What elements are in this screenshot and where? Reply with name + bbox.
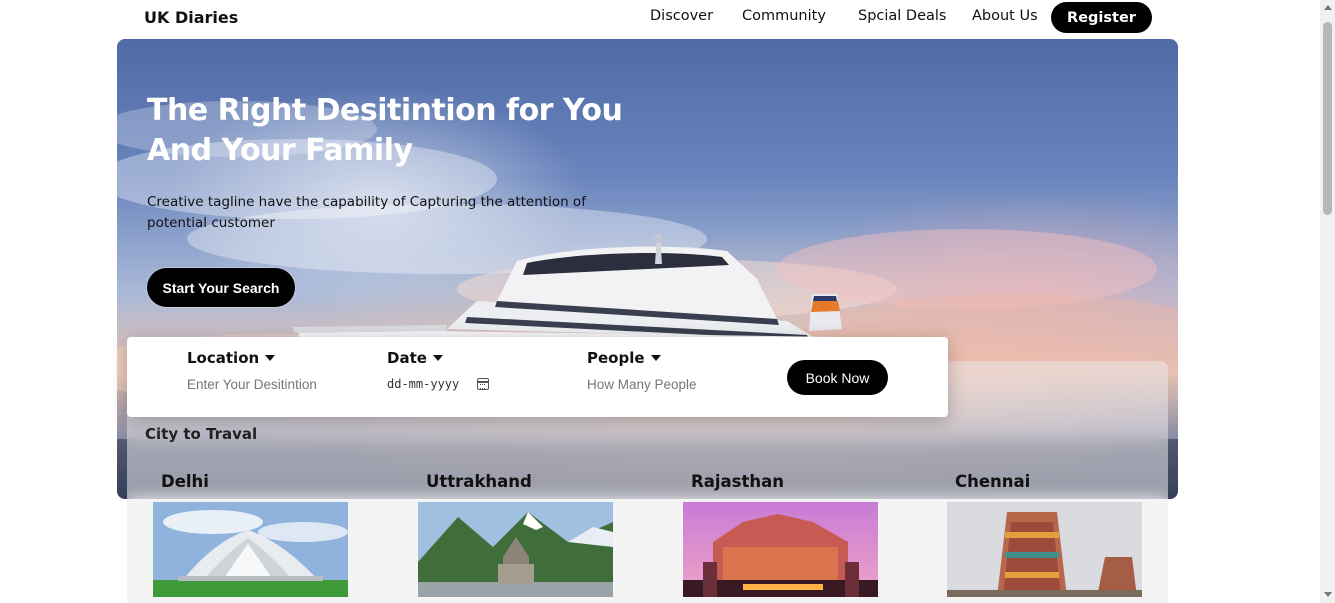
hero-title: The Right Desitintion for You And Your F…	[147, 91, 667, 171]
scrollbar-thumb[interactable]	[1323, 22, 1332, 215]
nav-link-special-deals[interactable]: Spcial Deals	[858, 8, 947, 24]
start-search-button[interactable]: Start Your Search	[147, 268, 295, 307]
date-input-value[interactable]: dd-mm-yyyy	[387, 377, 459, 391]
city-name[interactable]: Rajasthan	[691, 472, 878, 491]
kedarnath-temple-image[interactable]	[418, 502, 613, 597]
caret-down-icon	[432, 355, 443, 361]
location-input[interactable]	[187, 377, 347, 392]
caret-down-icon	[650, 355, 661, 361]
city-card-chennai[interactable]: Chennai	[947, 472, 1142, 597]
scroll-down-arrow-icon[interactable]	[1324, 592, 1332, 597]
date-input[interactable]: dd-mm-yyyy	[387, 377, 490, 391]
date-field: Date dd-mm-yyyy	[387, 349, 490, 391]
hawa-mahal-image[interactable]	[683, 502, 878, 597]
lotus-temple-image[interactable]	[153, 502, 348, 597]
city-name[interactable]: Delhi	[161, 472, 348, 491]
location-field: Location	[187, 349, 347, 394]
date-label: Date	[387, 349, 427, 367]
city-name[interactable]: Uttrakhand	[426, 472, 613, 491]
location-label: Location	[187, 349, 260, 367]
scroll-up-arrow-icon[interactable]	[1324, 5, 1332, 10]
brand-logo[interactable]: UK Diaries	[144, 8, 238, 27]
nav-link-discover[interactable]: Discover	[650, 8, 713, 24]
location-dropdown[interactable]: Location	[187, 349, 347, 367]
city-card-delhi[interactable]: Delhi	[153, 472, 348, 597]
nav-link-community[interactable]: Community	[742, 8, 826, 24]
city-section-heading: City to Traval	[145, 425, 258, 443]
hero-tagline: Creative tagline have the capability of …	[147, 194, 586, 231]
caret-down-icon	[265, 355, 276, 361]
nav-link-about-us[interactable]: About Us	[972, 8, 1038, 24]
gopuram-temple-image[interactable]	[947, 502, 1142, 597]
people-input[interactable]	[587, 377, 747, 392]
calendar-icon[interactable]	[477, 378, 490, 390]
city-card-uttrakhand[interactable]: Uttrakhand	[418, 472, 613, 597]
city-card-rajasthan[interactable]: Rajasthan	[683, 472, 878, 597]
hero-title-line-2: And Your Family	[147, 133, 413, 168]
people-field: People	[587, 349, 747, 394]
booking-bar: Location Date dd-mm-yyyy People Book Now	[127, 337, 948, 417]
register-button[interactable]: Register	[1051, 2, 1152, 33]
people-dropdown[interactable]: People	[587, 349, 747, 367]
top-nav: UK Diaries Discover Community Spcial Dea…	[0, 0, 1320, 36]
hero-title-line-1: The Right Desitintion for You	[147, 93, 623, 128]
date-dropdown[interactable]: Date	[387, 349, 489, 367]
page-scrollbar[interactable]	[1320, 0, 1335, 603]
city-name[interactable]: Chennai	[955, 472, 1142, 491]
book-now-button[interactable]: Book Now	[787, 360, 888, 395]
people-label: People	[587, 349, 645, 367]
